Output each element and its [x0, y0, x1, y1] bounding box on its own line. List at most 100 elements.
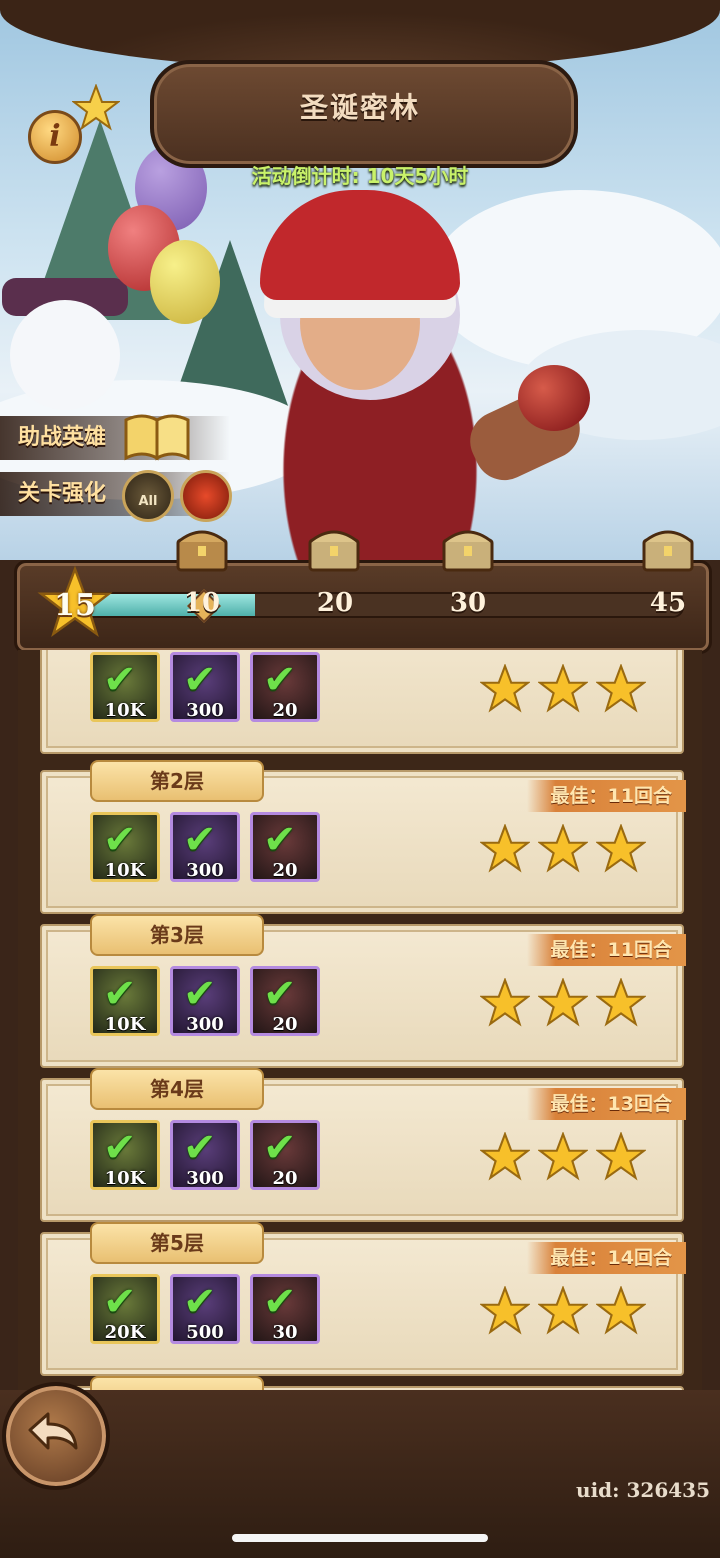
floor-card[interactable]: 第4层 最佳：13回合 ✔ 10K ✔ 300 ✔ 20 [40, 1068, 686, 1222]
reward-shard[interactable]: ✔ 20 [250, 652, 320, 722]
check-icon: ✔ [183, 657, 217, 703]
reward-purple-dust[interactable]: ✔ 300 [170, 812, 240, 882]
star-icon [595, 1285, 647, 1335]
floor-label: 第4层 [90, 1068, 264, 1110]
floor-stars [472, 1285, 647, 1336]
best-rounds-badge: 最佳：11回合 [526, 780, 686, 812]
reward-gold-coins[interactable]: ✔ 20K [90, 1274, 160, 1344]
reward-gold-coins[interactable]: ✔ 10K [90, 652, 160, 722]
floor-stars [472, 823, 647, 874]
best-rounds-badge: 最佳：14回合 [526, 1242, 686, 1274]
snowman [10, 300, 120, 410]
floor-card[interactable]: 第3层 最佳：11回合 ✔ 10K ✔ 300 ✔ 20 [40, 914, 686, 1068]
book-icon[interactable] [122, 410, 192, 462]
balloon-yellow [150, 240, 220, 324]
back-arrow-icon [28, 1412, 78, 1450]
milestone-value: 10 [183, 588, 221, 618]
reward-gold-coins[interactable]: ✔ 10K [90, 966, 160, 1036]
check-icon: ✔ [263, 1125, 297, 1171]
check-icon: ✔ [263, 971, 297, 1017]
star-icon [537, 977, 589, 1027]
check-icon: ✔ [183, 971, 217, 1017]
milestone-value: 30 [449, 588, 487, 618]
reward-amount: 20 [272, 860, 298, 881]
reward-amount: 20K [104, 1322, 146, 1343]
star-icon [479, 977, 531, 1027]
chest-icon[interactable] [174, 524, 230, 574]
check-icon: ✔ [263, 817, 297, 863]
check-icon: ✔ [183, 817, 217, 863]
check-icon: ✔ [103, 657, 137, 703]
reward-amount: 300 [186, 1168, 224, 1189]
back-button[interactable] [2, 1382, 110, 1490]
reward-purple-dust[interactable]: ✔ 300 [170, 652, 240, 722]
home-indicator[interactable] [232, 1534, 488, 1542]
reward-amount: 300 [186, 1014, 224, 1035]
star-icon [537, 1131, 589, 1181]
reward-gold-coins[interactable]: ✔ 10K [90, 1120, 160, 1190]
floor-card[interactable]: ✔ 10K ✔ 300 ✔ 20 [40, 650, 684, 754]
apple [518, 365, 590, 431]
floor-card[interactable]: 第2层 最佳：11回合 ✔ 10K ✔ 300 ✔ 20 [40, 760, 686, 914]
check-icon: ✔ [183, 1125, 217, 1171]
reward-amount: 10K [104, 860, 146, 881]
floor-label: 第5层 [90, 1222, 264, 1264]
crown-all-icon[interactable]: All [122, 470, 174, 522]
floor-card[interactable]: 第5层 最佳：14回合 ✔ 20K ✔ 500 ✔ 30 [40, 1222, 686, 1376]
reward-shard[interactable]: ✔ 20 [250, 812, 320, 882]
star-icon [537, 1285, 589, 1335]
best-rounds-badge: 最佳：11回合 [526, 934, 686, 966]
page-title: 圣诞密林 [299, 91, 420, 124]
reward-amount: 10K [104, 1014, 146, 1035]
check-icon: ✔ [103, 1279, 137, 1325]
floor-list[interactable]: ✔ 10K ✔ 300 ✔ 20 第2层 最佳：11回合 ✔ 10K ✔ 300… [18, 650, 702, 1390]
reward-shard[interactable]: ✔ 30 [250, 1274, 320, 1344]
best-rounds-badge: 最佳：13回合 [526, 1088, 686, 1120]
reward-purple-dust[interactable]: ✔ 300 [170, 1120, 240, 1190]
star-icon [595, 977, 647, 1027]
star-icon [479, 1285, 531, 1335]
event-countdown: 活动倒计时: 10天5小时 [251, 164, 469, 188]
reward-gold-coins[interactable]: ✔ 10K [90, 812, 160, 882]
star-icon [595, 823, 647, 873]
info-button[interactable]: i [28, 110, 82, 164]
support-hero-button[interactable]: 助战英雄 [0, 416, 230, 460]
check-icon: ✔ [183, 1279, 217, 1325]
floor-stars [472, 977, 647, 1028]
chest-icon[interactable] [440, 524, 496, 574]
star-icon [537, 823, 589, 873]
floor-label: 第3层 [90, 914, 264, 956]
star-count: 15 [54, 588, 96, 623]
reward-purple-dust[interactable]: ✔ 500 [170, 1274, 240, 1344]
reward-amount: 300 [186, 860, 224, 881]
reward-amount: 20 [272, 700, 298, 721]
floor-stars [472, 1131, 647, 1182]
chest-icon[interactable] [306, 524, 362, 574]
floor-label: 第2层 [90, 760, 264, 802]
user-id: uid: 326435 [576, 1478, 710, 1502]
reward-amount: 500 [186, 1322, 224, 1343]
chest-icon[interactable] [640, 524, 696, 574]
reward-amount: 30 [272, 1322, 298, 1343]
check-icon: ✔ [103, 817, 137, 863]
star-icon [537, 663, 589, 713]
gem-boost-icon[interactable] [180, 470, 232, 522]
star-icon [479, 663, 531, 713]
reward-shard[interactable]: ✔ 20 [250, 1120, 320, 1190]
check-icon: ✔ [263, 1279, 297, 1325]
floor-stars [472, 663, 647, 714]
bottom-bar [0, 1390, 720, 1558]
reward-shard[interactable]: ✔ 20 [250, 966, 320, 1036]
reward-amount: 300 [186, 700, 224, 721]
check-icon: ✔ [263, 657, 297, 703]
floor-label [90, 1376, 264, 1390]
reward-amount: 10K [104, 700, 146, 721]
star-icon [479, 823, 531, 873]
star-icon [479, 1131, 531, 1181]
milestone-value: 20 [316, 588, 354, 618]
check-icon: ✔ [103, 971, 137, 1017]
reward-amount: 10K [104, 1168, 146, 1189]
reward-purple-dust[interactable]: ✔ 300 [170, 966, 240, 1036]
milestone-value: 45 [649, 588, 687, 618]
star-icon [595, 1131, 647, 1181]
